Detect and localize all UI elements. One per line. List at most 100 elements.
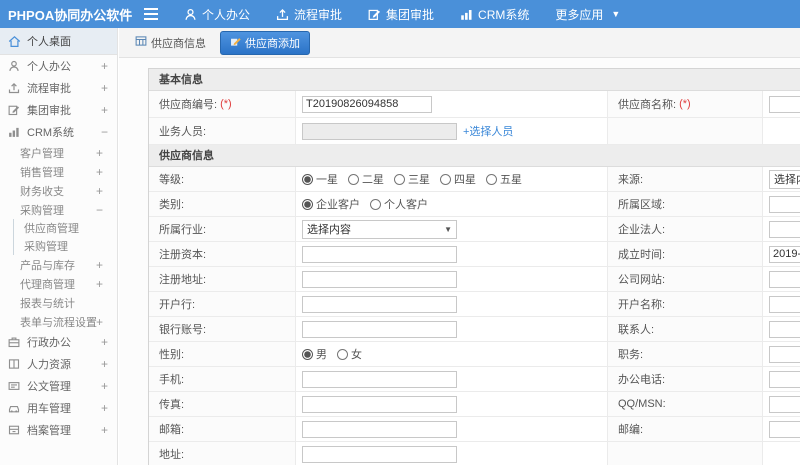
sidebar-item-personal-office[interactable]: 个人办公 +: [0, 55, 117, 77]
sidebar-item-reports[interactable]: 报表与统计: [0, 293, 117, 312]
sidebar-item-workflow-approval[interactable]: 流程审批 +: [0, 77, 117, 99]
gender-option-male[interactable]: 男: [302, 346, 327, 362]
sidebar-item-label: 报表与统计: [20, 297, 75, 310]
radio-input[interactable]: [348, 173, 359, 185]
qq-msn-input[interactable]: [769, 395, 800, 413]
position-cell: [763, 342, 800, 366]
gender-option-female[interactable]: 女: [337, 346, 362, 362]
office-phone-input[interactable]: [769, 370, 800, 388]
supplier-no-input[interactable]: [302, 95, 432, 113]
sidebar-item-group-approval[interactable]: 集团审批 +: [0, 99, 117, 121]
bank-label: 开户行:: [149, 292, 296, 316]
sidebar-item-admin-office[interactable]: 行政办公 +: [0, 331, 117, 353]
level-option-3[interactable]: 三星: [394, 171, 430, 187]
sidebar-item-label: 个人办公: [27, 61, 71, 73]
sidebar-item-customer-mgmt[interactable]: 客户管理 +: [0, 143, 117, 162]
address-input[interactable]: [302, 445, 457, 463]
radio-input[interactable]: [370, 198, 381, 210]
registered-capital-cell: [296, 242, 608, 266]
expand-plus-icon: +: [95, 145, 103, 160]
radio-input[interactable]: [302, 348, 313, 360]
email-input[interactable]: [302, 420, 457, 438]
sidebar-item-agent-mgmt[interactable]: 代理商管理 +: [0, 274, 117, 293]
nav-group-approval[interactable]: 集团审批: [368, 6, 434, 23]
form-row: 手机: 办公电话:: [149, 367, 800, 392]
bank-input[interactable]: [302, 295, 457, 313]
level-option-4[interactable]: 四星: [440, 171, 476, 187]
sidebar-item-label: 表单与流程设置: [20, 316, 97, 329]
position-input[interactable]: [769, 345, 800, 363]
nav-workflow-approval[interactable]: 流程审批: [276, 6, 342, 23]
sidebar-item-sales-mgmt[interactable]: 销售管理 +: [0, 162, 117, 181]
sidebar-item-crm[interactable]: CRM系统 −: [0, 121, 117, 143]
expand-plus-icon: +: [100, 401, 108, 415]
sidebar-item-form-flow-settings[interactable]: 表单与流程设置 +: [0, 312, 117, 331]
supplier-name-input[interactable]: [769, 95, 800, 113]
nav-crm-system[interactable]: CRM系统: [460, 6, 529, 23]
tab-supplier-list[interactable]: 供应商信息: [129, 32, 212, 54]
zip-label: 邮编:: [608, 417, 763, 441]
supplier-no-label: 供应商编号: (*): [149, 91, 296, 117]
industry-select[interactable]: 选择内容 ▼: [302, 219, 457, 239]
sidebar-item-hr[interactable]: 人力资源 +: [0, 353, 117, 375]
radio-input[interactable]: [440, 173, 451, 185]
form-page: 基本信息 供应商编号: (*) 供应商名称: (*): [119, 58, 800, 465]
category-radio-group: 企业客户 个人客户: [302, 196, 428, 212]
sidebar-item-finance[interactable]: 财务收支 +: [0, 181, 117, 200]
sidebar-item-desktop[interactable]: 个人桌面: [0, 28, 117, 55]
established-date-label: 成立时间:: [608, 242, 763, 266]
tab-supplier-add[interactable]: 供应商添加: [220, 30, 310, 55]
account-name-input[interactable]: [769, 295, 800, 313]
level-option-1[interactable]: 一星: [302, 171, 338, 187]
established-date-input[interactable]: [769, 245, 800, 263]
contact-input[interactable]: [769, 320, 800, 338]
radio-input[interactable]: [337, 348, 348, 360]
form-row: 业务人员: +选择人员: [149, 118, 800, 145]
registered-address-input[interactable]: [302, 270, 457, 288]
sidebar-item-label: 档案管理: [27, 425, 71, 437]
expand-plus-icon: +: [100, 103, 108, 117]
email-label: 邮箱:: [149, 417, 296, 441]
level-option-5[interactable]: 五星: [486, 171, 522, 187]
nav-personal-office[interactable]: 个人办公: [184, 6, 250, 23]
tab-label: 供应商信息: [151, 37, 206, 50]
car-icon: [8, 402, 21, 415]
sidebar-item-label: 集团审批: [27, 105, 71, 117]
zip-input[interactable]: [769, 420, 800, 438]
gender-cell: 男 女: [296, 342, 608, 366]
website-input[interactable]: [769, 270, 800, 288]
level-label: 等级:: [149, 167, 296, 191]
nav-more-apps[interactable]: 更多应用 ▼: [555, 6, 620, 23]
mobile-label: 手机:: [149, 367, 296, 391]
sidebar-item-document-mgmt[interactable]: 公文管理 +: [0, 375, 117, 397]
sidebar-item-supplier-mgmt[interactable]: 供应商管理: [14, 219, 117, 237]
fax-input[interactable]: [302, 395, 457, 413]
mobile-input[interactable]: [302, 370, 457, 388]
sidebar-item-purchase-mgmt[interactable]: 采购管理 −: [0, 200, 117, 219]
radio-input[interactable]: [302, 173, 313, 185]
expand-plus-icon: +: [95, 276, 103, 291]
level-option-2[interactable]: 二星: [348, 171, 384, 187]
established-date-cell: [763, 242, 800, 266]
source-select[interactable]: 选择内容▼: [769, 169, 800, 189]
account-name-label: 开户名称:: [608, 292, 763, 316]
radio-input[interactable]: [394, 173, 405, 185]
legal-person-cell: [763, 217, 800, 241]
radio-input[interactable]: [302, 198, 313, 210]
sidebar-item-product-stock[interactable]: 产品与库存 +: [0, 255, 117, 274]
bank-account-input[interactable]: [302, 320, 457, 338]
legal-person-input[interactable]: [769, 220, 800, 238]
registered-capital-input[interactable]: [302, 245, 457, 263]
choose-person-link[interactable]: +选择人员: [463, 123, 513, 139]
radio-input[interactable]: [486, 173, 497, 185]
sidebar-item-archive-mgmt[interactable]: 档案管理 +: [0, 419, 117, 441]
sidebar-item-vehicle-mgmt[interactable]: 用车管理 +: [0, 397, 117, 419]
category-option-company[interactable]: 企业客户: [302, 196, 360, 212]
sales-person-input[interactable]: [302, 122, 457, 140]
menu-toggle-icon[interactable]: [144, 8, 158, 20]
category-option-personal[interactable]: 个人客户: [370, 196, 428, 212]
main-content: 供应商信息 供应商添加 基本信息 供应商编号: (*) 供应商名称: (*): [119, 28, 800, 465]
person-icon: [8, 60, 21, 73]
sidebar-item-purchasing[interactable]: 采购管理: [14, 237, 117, 255]
region-input[interactable]: [769, 195, 800, 213]
